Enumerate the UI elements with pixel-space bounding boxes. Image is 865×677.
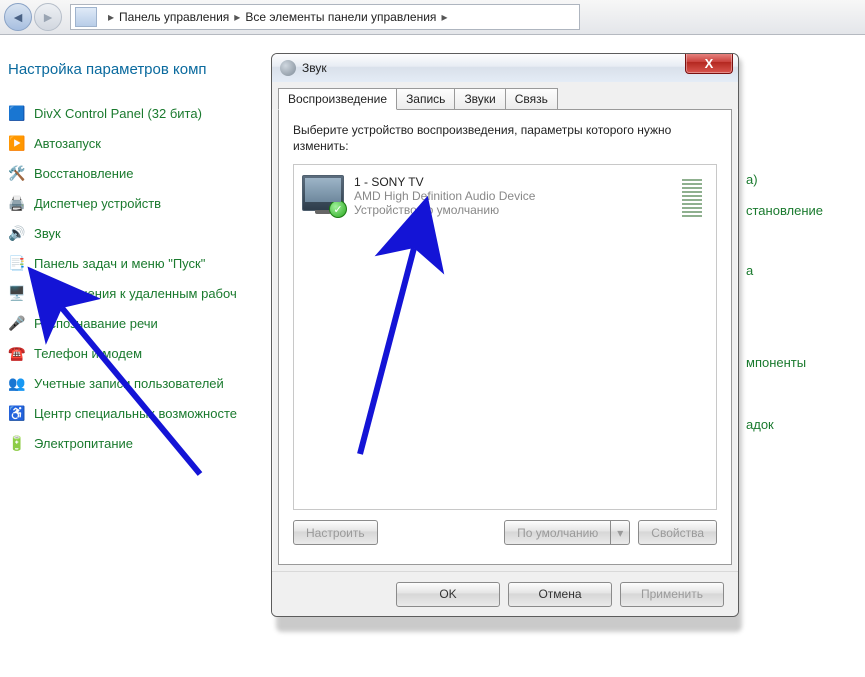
breadcrumb-separator-icon: ▸ — [441, 10, 447, 24]
breadcrumb-control-panel[interactable]: Панель управления — [119, 10, 229, 24]
item-icon: 👥 — [8, 374, 26, 392]
item-icon: 🔊 — [8, 224, 26, 242]
level-meter-icon — [682, 179, 702, 217]
back-button[interactable]: ◄ — [4, 3, 32, 31]
item-label: Распознавание речи — [34, 316, 158, 331]
set-default-button[interactable]: По умолчанию — [504, 520, 611, 545]
dialog-title: Звук — [302, 61, 327, 75]
item-icon: 🖨️ — [8, 194, 26, 212]
tab-Воспроизведение[interactable]: Воспроизведение — [278, 88, 397, 110]
breadcrumb-separator-icon: ▸ — [108, 10, 114, 24]
partial-item-label: а) — [746, 172, 758, 187]
item-icon: 🖥️ — [8, 284, 26, 302]
playback-tab-pane: Выберите устройство воспроизведения, пар… — [278, 109, 732, 565]
partial-item-label: становление — [746, 203, 823, 218]
ok-button[interactable]: OK — [396, 582, 500, 607]
item-label: Звук — [34, 226, 61, 241]
item-label: Телефон и модем — [34, 346, 142, 361]
item-icon: 🛠️ — [8, 164, 26, 182]
sound-dialog-icon — [280, 60, 296, 76]
item-icon: 🎤 — [8, 314, 26, 332]
default-check-icon: ✓ — [329, 200, 347, 218]
cancel-button[interactable]: Отмена — [508, 582, 612, 607]
chevron-down-icon: ▾ — [617, 526, 623, 540]
item-label: DivX Control Panel (32 бита) — [34, 106, 202, 121]
item-icon: ▶️ — [8, 134, 26, 152]
item-icon: 🟦 — [8, 104, 26, 122]
properties-button[interactable]: Свойства — [638, 520, 717, 545]
item-label: Панель задач и меню "Пуск" — [34, 256, 205, 271]
device-status: Устройство по умолчанию — [354, 203, 535, 217]
item-icon: 📑 — [8, 254, 26, 272]
item-label: Электропитание — [34, 436, 133, 451]
partial-item-label: а — [746, 263, 753, 278]
item-icon: ♿ — [8, 404, 26, 422]
breadcrumb-all-items[interactable]: Все элементы панели управления — [245, 10, 436, 24]
instruction-text: Выберите устройство воспроизведения, пар… — [293, 122, 717, 154]
item-label: Центр специальных возможносте — [34, 406, 237, 421]
partial-item-label: мпоненты — [746, 355, 806, 370]
device-name: 1 - SONY TV — [354, 175, 535, 189]
item-icon: ☎️ — [8, 344, 26, 362]
device-driver: AMD High Definition Audio Device — [354, 189, 535, 203]
tv-icon: ✓ — [302, 175, 344, 211]
item-label: Автозапуск — [34, 136, 101, 151]
close-button[interactable]: X — [685, 53, 733, 74]
breadcrumb-separator-icon: ▸ — [234, 10, 240, 24]
tab-Запись[interactable]: Запись — [396, 88, 455, 109]
device-item-sony-tv[interactable]: ✓ 1 - SONY TV AMD High Definition Audio … — [300, 171, 710, 221]
item-label: Восстановление — [34, 166, 133, 181]
close-icon: X — [705, 56, 714, 71]
item-label: Учетные записи пользователей — [34, 376, 224, 391]
apply-button[interactable]: Применить — [620, 582, 724, 607]
dialog-titlebar[interactable]: Звук X — [272, 54, 738, 82]
tab-Связь[interactable]: Связь — [505, 88, 558, 109]
partial-item-label: адок — [746, 417, 774, 432]
set-default-dropdown[interactable]: ▾ — [611, 520, 630, 545]
item-icon: 🔋 — [8, 434, 26, 452]
device-list[interactable]: ✓ 1 - SONY TV AMD High Definition Audio … — [293, 164, 717, 510]
control-panel-icon — [75, 7, 97, 27]
item-label: Подключения к удаленным рабоч — [34, 286, 237, 301]
tab-Звуки[interactable]: Звуки — [454, 88, 505, 109]
address-bar[interactable]: ▸ Панель управления ▸ Все элементы панел… — [70, 4, 580, 30]
sound-dialog: Звук X ВоспроизведениеЗаписьЗвукиСвязь В… — [271, 53, 739, 617]
item-label: Диспетчер устройств — [34, 196, 161, 211]
configure-button[interactable]: Настроить — [293, 520, 378, 545]
forward-button[interactable]: ► — [34, 3, 62, 31]
